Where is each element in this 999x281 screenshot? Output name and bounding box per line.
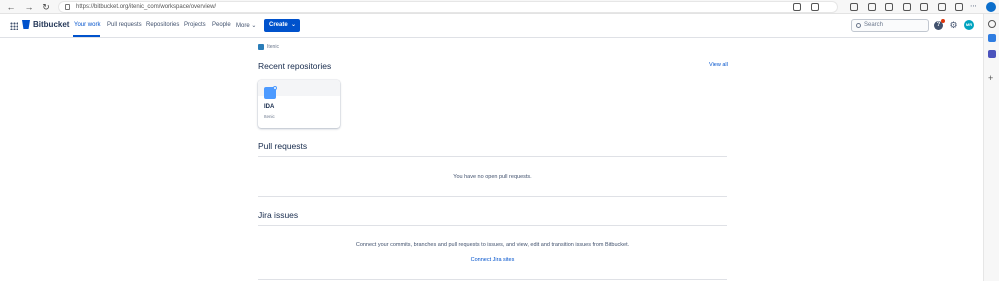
back-icon[interactable]: ← (6, 2, 16, 12)
repository-badge-icon (273, 86, 277, 90)
copilot-icon[interactable] (988, 34, 996, 42)
browser-sidebar: + (983, 14, 999, 281)
bitbucket-icon (22, 20, 30, 29)
divider (258, 225, 727, 226)
repository-card[interactable]: IDA Itenic (258, 80, 340, 128)
search-icon (856, 23, 861, 28)
search-icon[interactable] (988, 20, 996, 28)
browser-profile-icon[interactable] (986, 2, 996, 12)
extension-icon[interactable] (850, 3, 858, 11)
nav-repositories[interactable]: Repositories (146, 22, 179, 28)
notification-badge (941, 19, 945, 23)
favorites-bar-icon[interactable] (920, 3, 928, 11)
copilot-icon[interactable] (955, 3, 963, 11)
search-input[interactable]: Search (851, 19, 929, 32)
divider (258, 279, 727, 280)
active-tab-indicator (73, 35, 100, 37)
collections-icon[interactable] (938, 3, 946, 11)
url-text: https://bitbucket.org/itenic_com/workspa… (76, 4, 217, 10)
split-screen-icon[interactable] (903, 3, 911, 11)
jira-issues-heading: Jira issues (258, 210, 299, 220)
bitbucket-logo[interactable]: Bitbucket (22, 20, 69, 29)
nav-more[interactable]: More ⌄ (236, 22, 256, 29)
avatar[interactable]: MR (964, 20, 974, 30)
pull-requests-heading: Pull requests (258, 141, 308, 151)
more-icon[interactable]: ⋯ (970, 3, 978, 11)
view-all-link[interactable]: View all (709, 62, 728, 68)
recent-repositories-heading: Recent repositories (258, 61, 332, 71)
nav-pull-requests[interactable]: Pull requests (107, 22, 142, 28)
read-aloud-icon[interactable] (793, 3, 801, 11)
browser-toolbar: ← → ↻ https://bitbucket.org/itenic_com/w… (0, 0, 999, 14)
repository-workspace: Itenic (264, 114, 275, 119)
jira-link-row: Connect Jira sites (258, 257, 727, 263)
connect-jira-link[interactable]: Connect Jira sites (471, 257, 515, 263)
extension-icon-2[interactable] (868, 3, 876, 11)
repository-name: IDA (264, 104, 275, 110)
favorite-icon[interactable] (811, 3, 819, 11)
lock-icon (65, 4, 70, 10)
address-bar[interactable]: https://bitbucket.org/itenic_com/workspa… (58, 1, 838, 13)
pull-requests-empty-text: You have no open pull requests. (453, 174, 532, 180)
divider (258, 196, 727, 197)
create-button[interactable]: Create ⌄ (264, 19, 300, 32)
extension-icon-3[interactable] (885, 3, 893, 11)
app-header: Bitbucket Your work Pull requests Reposi… (0, 14, 983, 38)
divider (258, 156, 727, 157)
forward-icon[interactable]: → (24, 2, 34, 12)
reload-icon[interactable]: ↻ (41, 2, 51, 12)
nav-projects[interactable]: Projects (184, 22, 206, 28)
breadcrumb[interactable]: Itenic (258, 44, 279, 50)
gear-icon[interactable]: ⚙ (949, 21, 958, 30)
jira-description: Connect your commits, branches and pull … (355, 242, 630, 248)
nav-your-work[interactable]: Your work (74, 22, 100, 28)
nav-people[interactable]: People (212, 22, 231, 28)
add-icon[interactable]: + (988, 74, 996, 83)
chevron-down-icon: ⌄ (290, 22, 296, 28)
teams-icon[interactable] (988, 50, 996, 58)
app-switcher-icon[interactable] (10, 22, 18, 30)
workspace-icon (258, 44, 264, 50)
chevron-down-icon: ⌄ (251, 23, 257, 29)
